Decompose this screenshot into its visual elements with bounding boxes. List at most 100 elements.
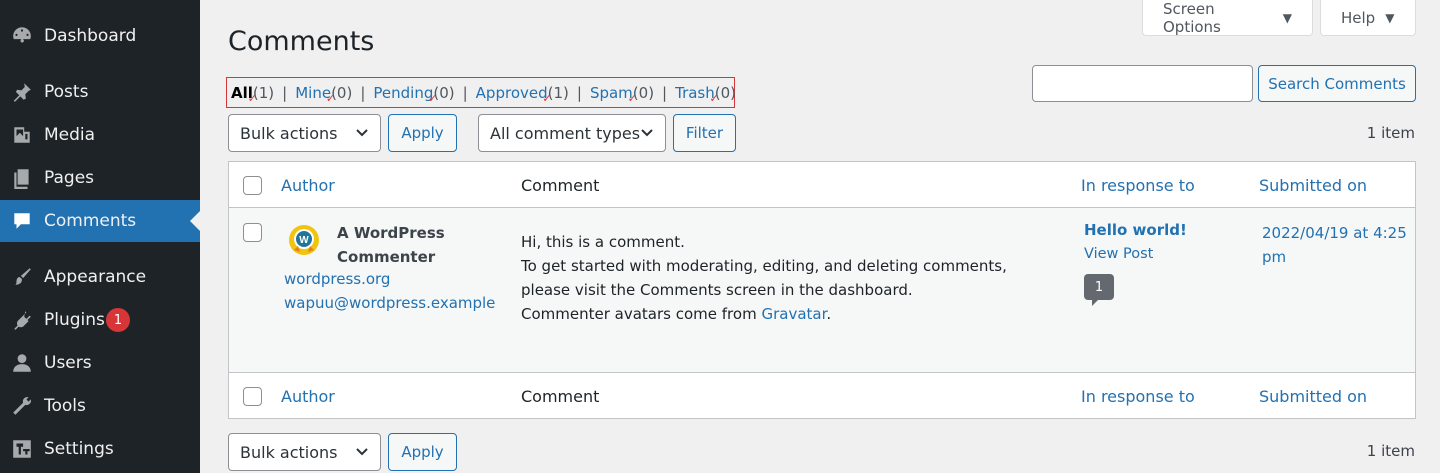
caret-down-icon: ▼ xyxy=(1282,10,1292,25)
sidebar-item-posts[interactable]: Posts xyxy=(0,71,200,113)
select-all-checkbox-bottom[interactable] xyxy=(243,387,262,406)
submitted-date-link[interactable]: 2022/04/19 at 4:25 pm xyxy=(1262,221,1412,269)
filter-spam[interactable]: Spam ✓ xyxy=(590,84,637,105)
brush-icon xyxy=(11,266,33,288)
column-in-response-to[interactable]: In response to xyxy=(1081,387,1195,406)
filter-button[interactable]: Filter xyxy=(673,114,736,152)
check-mark-icon: ✓ xyxy=(247,91,257,105)
screen-options-label: Screen Options xyxy=(1163,0,1221,36)
sidebar-item-label: Posts xyxy=(44,82,89,102)
filter-approved[interactable]: Approved ✓ xyxy=(476,84,552,105)
apply-button[interactable]: Apply xyxy=(388,114,457,152)
wrench-icon xyxy=(11,395,33,417)
column-author[interactable]: Author xyxy=(281,387,335,406)
help-button[interactable]: Help ▼ xyxy=(1320,0,1416,36)
sidebar-item-label: Dashboard xyxy=(44,26,137,46)
separator: | xyxy=(576,83,582,102)
column-comment: Comment xyxy=(521,176,600,195)
sidebar-item-label: Settings xyxy=(44,439,114,459)
check-mark-icon: ✓ xyxy=(428,91,438,105)
column-comment: Comment xyxy=(521,387,600,406)
sidebar-item-label: Comments xyxy=(44,211,137,231)
sidebar-item-media[interactable]: Media xyxy=(0,114,200,156)
check-mark-icon: ✓ xyxy=(709,91,719,105)
apply-button-bottom[interactable]: Apply xyxy=(388,433,457,471)
caret-down-icon: ▼ xyxy=(1385,10,1395,25)
comment-types-select[interactable]: All comment types xyxy=(478,114,666,152)
comments-table: Author Comment In response to Submitted … xyxy=(228,161,1416,419)
sidebar-item-label: Users xyxy=(44,353,92,373)
bulk-actions-value: Bulk actions xyxy=(240,123,338,143)
select-all-checkbox[interactable] xyxy=(243,176,262,195)
admin-sidebar: Dashboard Posts Media Pages Comments App… xyxy=(0,0,200,473)
separator: | xyxy=(282,83,288,102)
sidebar-item-pages[interactable]: Pages xyxy=(0,157,200,199)
search-comments-button[interactable]: Search Comments xyxy=(1258,65,1416,102)
sidebar-item-comments[interactable]: Comments xyxy=(0,200,200,242)
pages-icon xyxy=(11,167,33,189)
gravatar-link[interactable]: Gravatar xyxy=(761,305,826,323)
table-header: Author Comment In response to Submitted … xyxy=(229,162,1415,208)
bulk-actions-select-bottom[interactable]: Bulk actions xyxy=(228,433,381,471)
bulk-actions-select[interactable]: Bulk actions xyxy=(228,114,381,152)
comment-body: Hi, this is a comment. To get started wi… xyxy=(521,230,1056,326)
help-label: Help xyxy=(1341,8,1376,27)
comment-line: Commenter avatars come from Gravatar. xyxy=(521,305,832,323)
chevron-down-icon xyxy=(356,129,368,137)
filter-trash[interactable]: Trash ✓ xyxy=(675,84,719,105)
column-submitted-on[interactable]: Submitted on xyxy=(1259,176,1367,195)
table-row: W A WordPress Commenter wordpress.org wa… xyxy=(229,208,1415,372)
chevron-down-icon xyxy=(641,129,653,137)
filter-all[interactable]: All ✓ xyxy=(231,84,257,105)
author-email-link[interactable]: wapuu@wordpress.example xyxy=(284,294,495,312)
sidebar-item-tools[interactable]: Tools xyxy=(0,385,200,427)
dashboard-icon xyxy=(11,25,33,47)
user-icon xyxy=(11,352,33,374)
commenter-avatar: W xyxy=(289,225,319,255)
search-input[interactable] xyxy=(1032,65,1253,102)
sidebar-item-plugins[interactable]: Plugins 1 xyxy=(0,299,200,341)
separator: | xyxy=(662,83,668,102)
items-count-bottom: 1 item xyxy=(1366,442,1415,460)
response-post-link[interactable]: Hello world! xyxy=(1084,221,1187,239)
check-mark-icon: ✓ xyxy=(627,91,637,105)
table-footer: Author Comment In response to Submitted … xyxy=(229,372,1415,418)
comment-status-filters: All ✓ (1) | Mine ✓ (0) | Pending ✓ (0) | Appro… xyxy=(226,77,736,108)
column-in-response-to[interactable]: In response to xyxy=(1081,176,1195,195)
plugin-icon xyxy=(11,309,33,331)
comment-count-bubble[interactable]: 1 xyxy=(1084,274,1114,306)
sidebar-item-appearance[interactable]: Appearance xyxy=(0,256,200,298)
bulk-actions-value: Bulk actions xyxy=(240,442,338,462)
sidebar-item-users[interactable]: Users xyxy=(0,342,200,384)
sidebar-item-label: Appearance xyxy=(44,267,147,287)
sidebar-item-label: Tools xyxy=(44,396,86,416)
column-submitted-on[interactable]: Submitted on xyxy=(1259,387,1367,406)
author-url-link[interactable]: wordpress.org xyxy=(284,270,390,288)
author-name: A WordPress Commenter xyxy=(337,224,445,266)
separator: | xyxy=(462,83,468,102)
separator: | xyxy=(360,83,366,102)
chevron-down-icon xyxy=(356,448,368,456)
settings-icon xyxy=(11,438,33,460)
comment-icon xyxy=(11,210,33,232)
sidebar-item-settings[interactable]: Settings xyxy=(0,428,200,470)
column-author[interactable]: Author xyxy=(281,176,335,195)
sidebar-item-label: Media xyxy=(44,125,96,145)
pin-icon xyxy=(11,81,33,103)
filter-mine[interactable]: Mine ✓ xyxy=(295,84,335,105)
items-count: 1 item xyxy=(1366,124,1415,142)
comment-line: Hi, this is a comment. xyxy=(521,233,685,251)
screen-options-button[interactable]: Screen Options ▼ xyxy=(1142,0,1313,36)
check-mark-icon: ✓ xyxy=(325,91,336,105)
view-post-link[interactable]: View Post xyxy=(1084,246,1153,262)
page-title: Comments xyxy=(228,26,375,57)
plugins-update-badge: 1 xyxy=(106,308,130,332)
sidebar-item-dashboard[interactable]: Dashboard xyxy=(0,15,200,57)
svg-text:W: W xyxy=(299,235,309,246)
comment-types-value: All comment types xyxy=(490,123,641,143)
check-mark-icon: ✓ xyxy=(542,91,552,105)
sidebar-item-label: Pages xyxy=(44,168,95,188)
filter-pending[interactable]: Pending ✓ xyxy=(373,84,437,105)
row-checkbox[interactable] xyxy=(243,223,262,242)
comment-line: To get started with moderating, editing,… xyxy=(521,257,1007,299)
